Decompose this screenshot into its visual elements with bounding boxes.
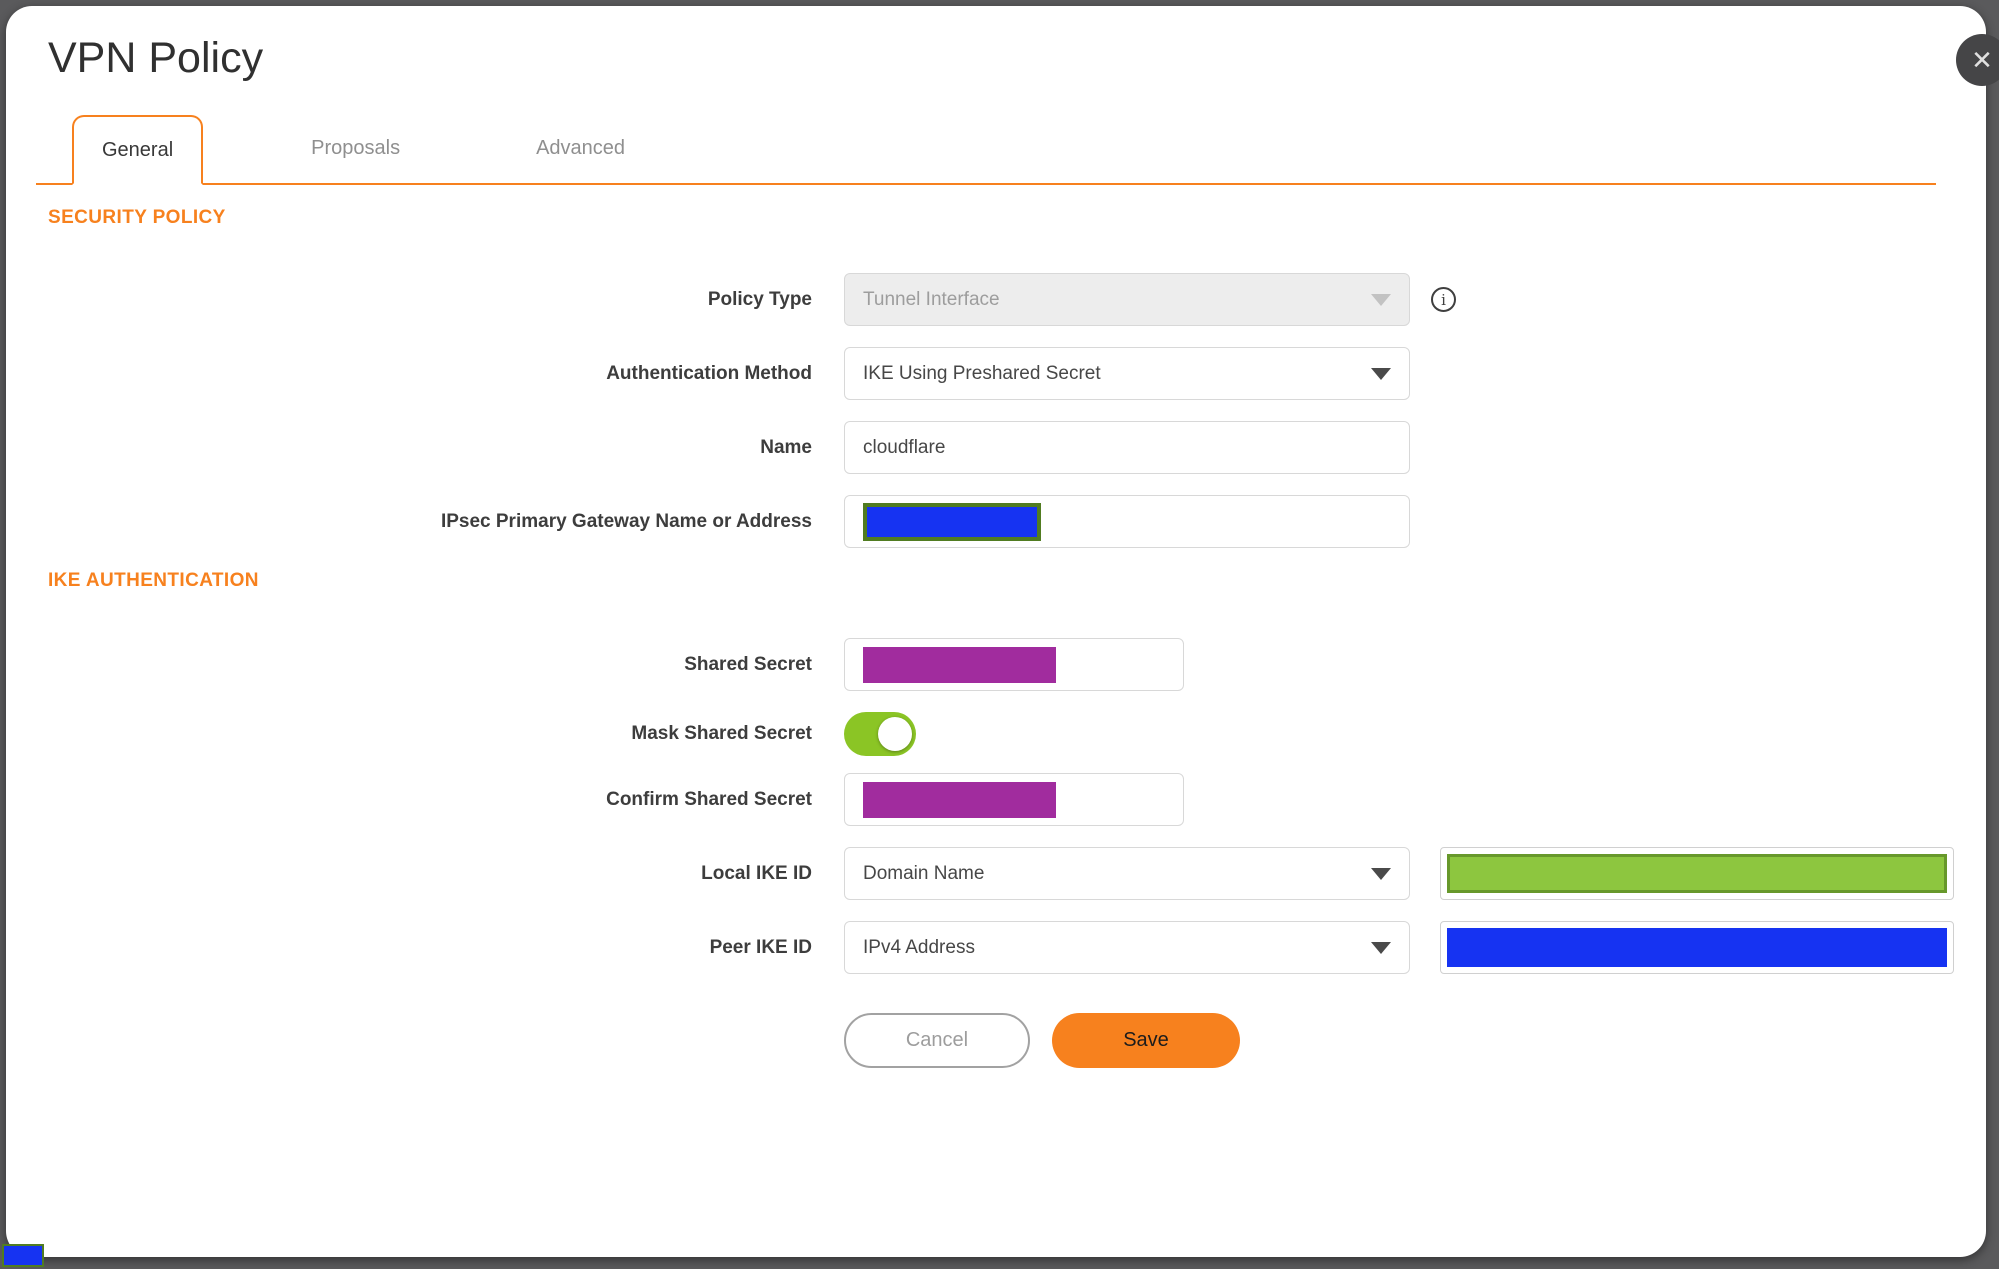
authentication-method-label: Authentication Method <box>606 362 812 384</box>
caret-down-icon <box>1371 293 1391 306</box>
vpn-policy-dialog: VPN Policy General Proposals Advanced SE… <box>6 6 1986 1257</box>
tab-general[interactable]: General <box>72 115 204 185</box>
name-row: Name cloudflare <box>42 421 1986 474</box>
security-policy-heading: SECURITY POLICY <box>48 207 226 228</box>
mask-shared-secret-toggle[interactable] <box>844 712 916 756</box>
mask-shared-secret-label: Mask Shared Secret <box>631 723 812 744</box>
tab-bar: General Proposals Advanced <box>36 113 1936 185</box>
redacted-confirm-shared-secret-value <box>863 781 1056 818</box>
close-icon: ✕ <box>1971 44 1993 75</box>
policy-type-label: Policy Type <box>707 288 812 310</box>
redacted-box-corner <box>2 1244 44 1267</box>
name-value: cloudflare <box>863 436 946 458</box>
gateway-label: IPsec Primary Gateway Name or Address <box>440 510 812 532</box>
info-icon[interactable]: i <box>1431 287 1456 312</box>
authentication-method-select[interactable]: IKE Using Preshared Secret <box>844 347 1410 400</box>
policy-type-row: Policy Type Tunnel Interface i <box>42 273 1986 326</box>
confirm-shared-secret-row: Confirm Shared Secret <box>42 773 1986 826</box>
ike-authentication-section: Shared Secret Mask Shared Secret Confirm… <box>42 638 1986 974</box>
redacted-local-ike-id-value <box>1447 854 1947 893</box>
local-ike-id-value-input[interactable] <box>1440 847 1954 900</box>
gateway-input[interactable] <box>844 495 1410 548</box>
local-ike-id-label: Local IKE ID <box>701 862 812 884</box>
peer-ike-id-select[interactable]: IPv4 Address <box>844 921 1410 974</box>
mask-shared-secret-row: Mask Shared Secret <box>42 712 1986 756</box>
local-ike-id-row: Local IKE ID Domain Name <box>42 847 1986 900</box>
save-button[interactable]: Save <box>1052 1013 1240 1068</box>
tab-proposals[interactable]: Proposals <box>283 113 428 183</box>
peer-ike-id-value-input[interactable] <box>1440 921 1954 974</box>
tab-advanced[interactable]: Advanced <box>508 113 653 183</box>
gateway-row: IPsec Primary Gateway Name or Address <box>42 495 1986 548</box>
authentication-method-value: IKE Using Preshared Secret <box>863 362 1101 384</box>
local-ike-id-select[interactable]: Domain Name <box>844 847 1410 900</box>
policy-type-select: Tunnel Interface <box>844 273 1410 326</box>
policy-type-value: Tunnel Interface <box>863 288 1000 310</box>
page-title: VPN Policy <box>48 34 264 82</box>
redacted-peer-ike-id-value <box>1447 928 1947 967</box>
shared-secret-row: Shared Secret <box>42 638 1986 691</box>
peer-ike-id-row: Peer IKE ID IPv4 Address <box>42 921 1986 974</box>
peer-ike-id-label: Peer IKE ID <box>709 936 812 958</box>
vpn-policy-screen: { "window": { "title": "VPN Policy", "cl… <box>0 0 1999 1269</box>
caret-down-icon <box>1371 867 1391 880</box>
name-input[interactable]: cloudflare <box>844 421 1410 474</box>
close-button[interactable]: ✕ <box>1956 34 1999 86</box>
peer-ike-id-type-value: IPv4 Address <box>863 936 975 958</box>
local-ike-id-type-value: Domain Name <box>863 862 985 884</box>
redacted-gateway-value <box>863 502 1041 541</box>
caret-down-icon <box>1371 941 1391 954</box>
name-label: Name <box>760 436 812 458</box>
action-buttons: Cancel Save <box>844 1013 1986 1068</box>
confirm-shared-secret-label: Confirm Shared Secret <box>606 788 812 810</box>
confirm-shared-secret-input[interactable] <box>844 773 1184 826</box>
authentication-method-row: Authentication Method IKE Using Preshare… <box>42 347 1986 400</box>
caret-down-icon <box>1371 367 1391 380</box>
cancel-button[interactable]: Cancel <box>844 1013 1030 1068</box>
security-policy-section: Policy Type Tunnel Interface i Authentic… <box>42 273 1986 548</box>
shared-secret-label: Shared Secret <box>684 653 812 675</box>
toggle-knob <box>878 717 912 751</box>
shared-secret-input[interactable] <box>844 638 1184 691</box>
redacted-shared-secret-value <box>863 646 1056 683</box>
ike-authentication-heading: IKE AUTHENTICATION <box>48 570 259 591</box>
